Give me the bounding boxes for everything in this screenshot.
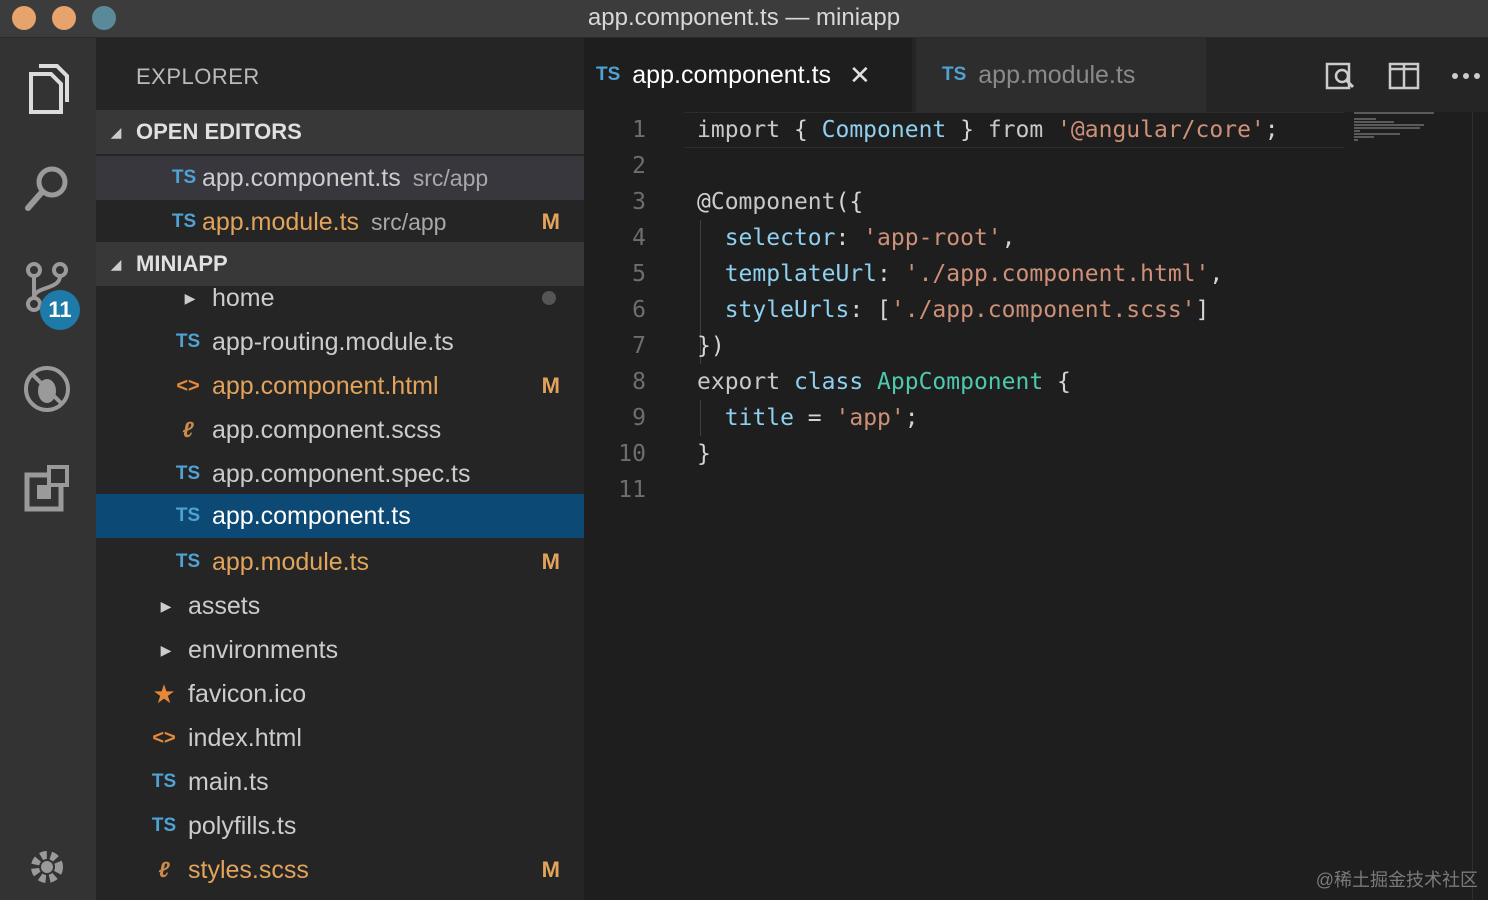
file-item[interactable]: ℓ app.component.scss — [96, 408, 584, 452]
file-item[interactable]: TS main.ts — [96, 760, 584, 804]
watermark: @稀土掘金技术社区 — [1315, 870, 1478, 890]
open-editor-item[interactable]: TS app.module.ts src/app M — [96, 200, 584, 244]
status-dot — [542, 291, 556, 305]
sidebar-title: EXPLORER — [136, 64, 260, 89]
gear-icon[interactable] — [18, 838, 76, 896]
code-line: selector: 'app-root', — [724, 225, 1016, 251]
typescript-file-icon: TS — [171, 211, 197, 232]
scss-file-icon: ℓ — [182, 417, 194, 442]
typescript-file-icon: TS — [175, 505, 201, 526]
file-item[interactable]: TS app-routing.module.ts — [96, 320, 584, 364]
html-file-icon: <> — [176, 374, 200, 397]
scss-file-icon: ℓ — [158, 857, 170, 882]
line-number: 5 — [632, 261, 646, 287]
modified-indicator: M — [541, 209, 560, 234]
tab-app-module[interactable]: TS app.module.ts — [916, 38, 1206, 112]
file-item[interactable]: ℓ styles.scss M — [96, 848, 584, 892]
minimap[interactable] — [1354, 112, 1474, 152]
file-item[interactable]: TS app.component.spec.ts — [96, 452, 584, 496]
folder-item[interactable]: ▶ assets — [96, 584, 584, 628]
debug-icon[interactable] — [18, 360, 76, 418]
file-item[interactable]: ★ favicon.ico — [96, 672, 584, 716]
line-number: 9 — [632, 405, 646, 431]
editor-tab-bar: TS app.component.ts ✕ TS app.module.ts — [584, 38, 1488, 112]
file-item[interactable]: TS polyfills.ts — [96, 804, 584, 848]
typescript-file-icon: TS — [175, 463, 201, 484]
typescript-file-icon: TS — [151, 815, 177, 836]
typescript-file-icon: TS — [171, 167, 197, 188]
file-item-selected[interactable]: TS app.component.ts — [96, 494, 584, 538]
extensions-icon[interactable] — [18, 460, 76, 518]
explorer-sidebar: EXPLORER ◢ OPEN EDITORS TS app.component… — [96, 38, 584, 900]
star-icon: ★ — [152, 678, 176, 709]
html-file-icon: <> — [152, 726, 176, 749]
code-line: @Component({ — [697, 189, 864, 215]
chevron-right-icon: ▶ — [160, 641, 172, 658]
code-line: templateUrl: './app.component.html', — [724, 261, 1224, 287]
explorer-icon[interactable] — [18, 60, 76, 118]
folder-item[interactable]: ▶ home — [96, 276, 584, 320]
line-number: 1 — [632, 117, 646, 143]
vertical-scrollbar[interactable] — [1472, 112, 1473, 900]
activity-bar: 11 — [0, 38, 96, 900]
open-editors-header[interactable]: ◢ OPEN EDITORS — [96, 110, 584, 154]
split-editor-icon[interactable] — [1386, 58, 1422, 94]
line-number: 7 — [632, 333, 646, 359]
tab-label: app.module.ts — [978, 60, 1136, 89]
line-number: 11 — [618, 477, 646, 503]
collapse-icon: ◢ — [110, 123, 122, 140]
chevron-right-icon: ▶ — [160, 597, 172, 614]
code-line: styleUrls: ['./app.component.scss'] — [724, 297, 1210, 323]
file-item[interactable]: TS app.module.ts M — [96, 540, 584, 584]
modified-indicator: M — [541, 857, 560, 882]
source-control-badge: 11 — [40, 290, 80, 330]
chevron-right-icon: ▶ — [184, 289, 196, 306]
file-item[interactable]: <> app.component.html M — [96, 364, 584, 408]
code-line: import { Component } from '@angular/core… — [697, 117, 1279, 143]
code-line: } — [697, 441, 711, 467]
modified-indicator: M — [541, 549, 560, 574]
line-number: 3 — [632, 189, 646, 215]
collapse-icon: ◢ — [110, 255, 122, 272]
search-icon[interactable] — [18, 160, 76, 218]
tab-label: app.component.ts — [632, 60, 832, 89]
file-item[interactable]: <> index.html — [96, 716, 584, 760]
open-preview-icon[interactable] — [1322, 58, 1358, 94]
window-title: app.component.ts — miniapp — [587, 4, 901, 31]
line-number: 2 — [632, 153, 646, 179]
typescript-file-icon: TS — [175, 551, 201, 572]
open-editor-item[interactable]: TS app.component.ts src/app — [96, 156, 584, 200]
line-number: 4 — [632, 225, 646, 251]
tab-app-component[interactable]: TS app.component.ts ✕ — [584, 38, 912, 112]
line-number: 8 — [632, 369, 646, 395]
modified-indicator: M — [541, 373, 560, 398]
title-bar: app.component.ts — miniapp — [0, 0, 1488, 38]
line-number: 10 — [618, 441, 646, 467]
code-line: export class AppComponent { — [697, 369, 1071, 395]
code-line: title = 'app'; — [724, 405, 919, 431]
typescript-file-icon: TS — [942, 64, 967, 85]
typescript-file-icon: TS — [596, 64, 621, 85]
code-line: }) — [697, 333, 725, 359]
typescript-file-icon: TS — [175, 331, 201, 352]
code-editor[interactable]: 1 2 3 4 5 6 7 8 9 10 11 import { Compone… — [584, 112, 1488, 900]
folder-item[interactable]: ▶ environments — [96, 628, 584, 672]
close-icon[interactable]: ✕ — [849, 60, 871, 91]
typescript-file-icon: TS — [151, 771, 177, 792]
line-number: 6 — [632, 297, 646, 323]
more-actions-icon[interactable] — [1448, 58, 1484, 94]
